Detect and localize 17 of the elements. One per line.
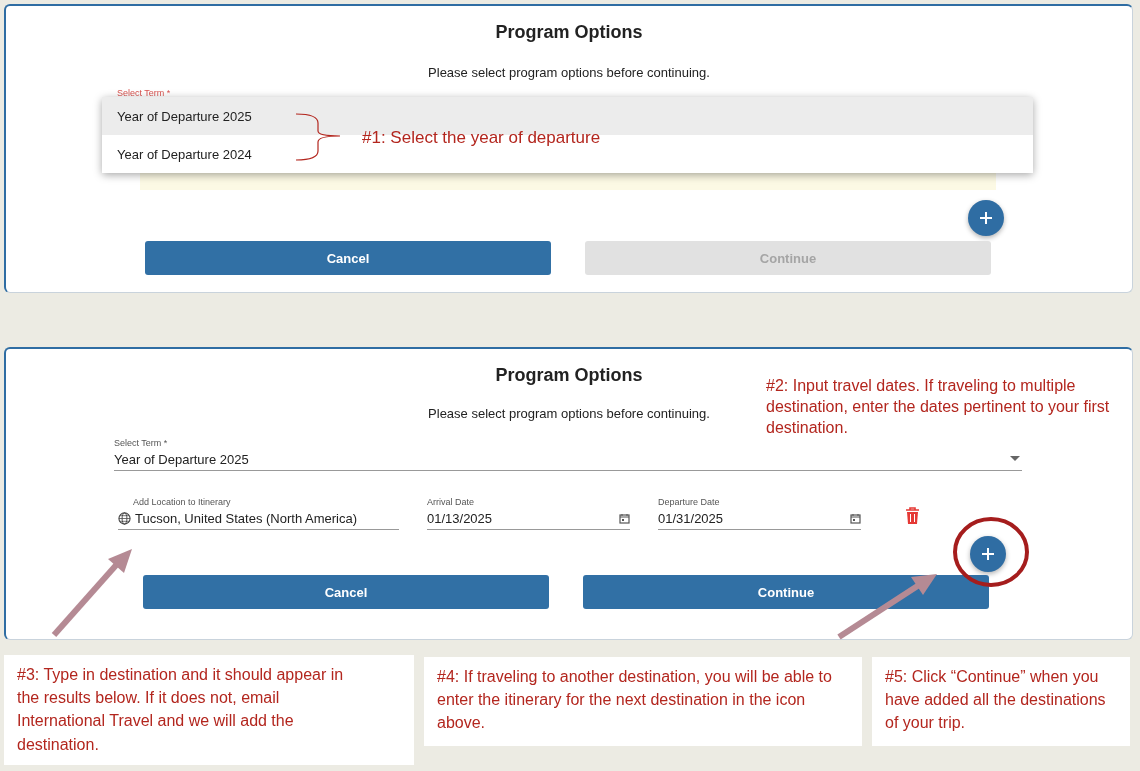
term-select[interactable]: Select Term * Year of Departure 2025 xyxy=(114,438,1022,471)
location-field[interactable]: Add Location to Itinerary Tucson, United States (North America) xyxy=(118,497,399,530)
continue-button[interactable]: Continue xyxy=(583,575,989,609)
date-field[interactable]: Arrival Date 01/13/2025 xyxy=(427,497,630,530)
dialog-title: Program Options xyxy=(495,365,643,386)
note-text: #4: If traveling to another destination, you will be able to enter the itinerary for the next destination in the icon above. xyxy=(424,657,862,746)
field-label: Select Term * xyxy=(117,88,171,98)
cancel-button[interactable]: Cancel xyxy=(145,241,551,275)
note-text: #5: Click “Continue” when you have added all the destinations of your trip. xyxy=(872,657,1130,746)
dialog-subtitle: Please select program options before continuing. xyxy=(428,65,710,80)
cancel-button[interactable]: Cancel xyxy=(143,575,549,609)
dialog-subtitle: Please select program options before continuing. xyxy=(428,406,710,421)
annotation-text: #2: Input travel dates. If traveling to multiple destination, enter the dates pertinent to your first destination. xyxy=(766,376,1111,438)
annotation-text: #1: Select the year of departure xyxy=(362,127,601,149)
note-text: #3: Type in destination and it should appear in the results below. If it does not, email International Travel and we will add the destination. xyxy=(4,655,414,765)
date-field[interactable]: Departure Date 01/31/2025 xyxy=(658,497,861,530)
dialog-title: Program Options xyxy=(495,22,643,43)
